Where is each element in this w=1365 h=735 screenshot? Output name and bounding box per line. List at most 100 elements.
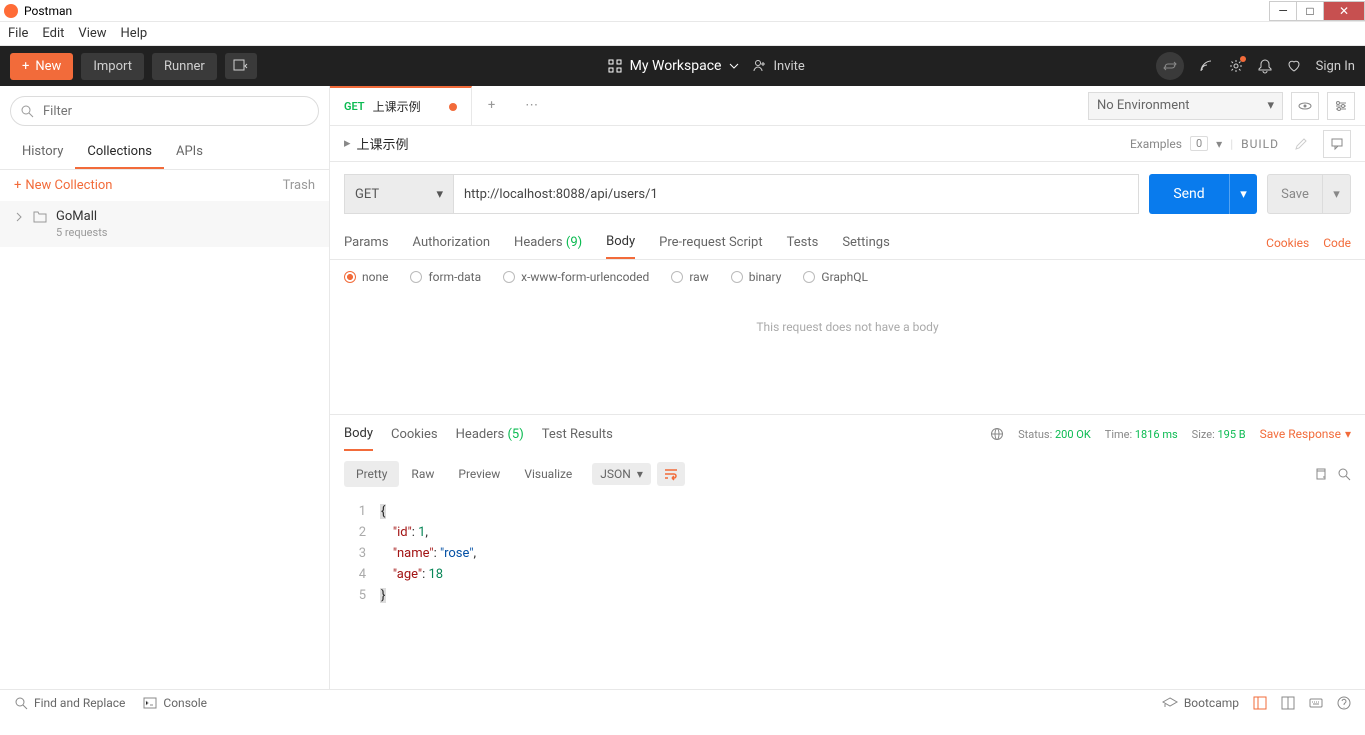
code-link[interactable]: Code [1323,236,1351,250]
save-response-button[interactable]: Save Response ▾ [1260,427,1351,441]
resp-tab-body[interactable]: Body [344,418,373,451]
sync-icon[interactable] [1156,52,1184,80]
examples-count: 0 [1190,136,1208,151]
expand-icon[interactable]: ▸ [344,136,351,151]
chevron-down-icon: ▾ [436,187,443,202]
find-replace-button[interactable]: Find and Replace [14,696,125,710]
footer: Find and Replace Console Bootcamp [0,689,1365,715]
import-button[interactable]: Import [81,53,144,80]
bootcamp-icon [1162,697,1178,709]
settings-icon[interactable] [1228,58,1244,74]
size-value: 195 B [1217,428,1245,441]
view-visualize[interactable]: Visualize [512,461,584,487]
filter-input[interactable] [10,96,319,126]
tab-authorization[interactable]: Authorization [413,227,491,258]
collection-meta: 5 requests [56,226,107,239]
workspace-selector[interactable]: My Workspace [608,58,740,74]
trash-link[interactable]: Trash [283,178,315,193]
close-button[interactable]: ✕ [1323,1,1365,21]
examples-label[interactable]: Examples [1130,137,1182,151]
sidebar-tab-apis[interactable]: APIs [164,136,215,169]
send-button[interactable]: Send [1149,174,1229,214]
resp-tab-test-results[interactable]: Test Results [542,419,613,450]
menu-view[interactable]: View [78,26,106,41]
two-pane-icon[interactable] [1281,696,1295,710]
tab-body[interactable]: Body [606,226,635,259]
save-button[interactable]: Save [1267,174,1323,214]
no-body-message: This request does not have a body [330,294,1365,414]
body-type-graphql[interactable]: GraphQL [803,270,868,284]
chevron-down-icon: ▾ [1345,427,1351,441]
view-pretty[interactable]: Pretty [344,461,399,487]
search-icon [20,104,34,118]
chevron-down-icon: ▾ [637,467,643,481]
title-bar: Postman — □ ✕ [0,0,1365,22]
chevron-down-icon[interactable]: ▾ [1216,137,1222,151]
resp-tab-headers[interactable]: Headers (5) [456,419,524,450]
send-dropdown[interactable]: ▾ [1229,174,1257,214]
url-input[interactable] [454,174,1139,214]
globe-icon[interactable] [990,427,1004,441]
invite-button[interactable]: Invite [753,59,804,74]
help-icon[interactable] [1337,696,1351,710]
new-button[interactable]: + New [10,53,73,80]
maximize-button[interactable]: □ [1296,1,1324,21]
view-raw[interactable]: Raw [399,461,446,487]
wrap-icon[interactable] [657,462,685,486]
view-preview[interactable]: Preview [446,461,512,487]
tab-headers[interactable]: Headers (9) [514,227,582,258]
add-tab-button[interactable]: + [472,98,512,113]
heart-icon[interactable] [1286,58,1302,74]
open-new-icon[interactable] [225,53,257,79]
time-value: 1816 ms [1135,428,1178,441]
build-label[interactable]: BUILD [1241,137,1279,151]
body-type-urlencoded[interactable]: x-www-form-urlencoded [503,270,649,284]
tab-tests[interactable]: Tests [787,227,819,258]
edit-icon[interactable] [1287,130,1315,158]
shortcuts-icon[interactable] [1309,696,1323,710]
status-value: 200 OK [1055,428,1091,441]
method-selector[interactable]: GET ▾ [344,174,454,214]
sidebar-tab-history[interactable]: History [10,136,75,169]
body-type-binary[interactable]: binary [731,270,782,284]
body-type-none[interactable]: none [344,270,388,284]
environment-selector[interactable]: No Environment ▾ [1088,92,1283,120]
response-body: 12345 { "id": 1, "name": "rose", "age": … [330,495,1365,612]
tab-params[interactable]: Params [344,227,389,258]
app-icon [4,4,18,18]
menu-edit[interactable]: Edit [42,26,64,41]
plus-icon: + [14,178,21,193]
bell-icon[interactable] [1258,58,1272,74]
runner-button[interactable]: Runner [152,53,217,80]
minimize-button[interactable]: — [1269,1,1297,21]
comment-icon[interactable] [1323,130,1351,158]
menu-help[interactable]: Help [121,26,148,41]
menu-file[interactable]: File [8,26,28,41]
tab-settings[interactable]: Settings [842,227,889,258]
new-collection-button[interactable]: + New Collection [14,178,112,193]
folder-icon [32,209,48,225]
save-dropdown[interactable]: ▾ [1323,174,1351,214]
layout-icon[interactable] [1253,696,1267,710]
satellite-icon[interactable] [1198,58,1214,74]
console-button[interactable]: Console [143,696,207,710]
env-preview-icon[interactable] [1291,92,1319,120]
format-selector[interactable]: JSON ▾ [592,463,651,485]
person-plus-icon [753,59,767,73]
more-tabs-button[interactable]: ⋯ [512,98,552,113]
body-type-form-data[interactable]: form-data [410,270,481,284]
unsaved-dot-icon [449,103,457,111]
collection-item[interactable]: GoMall 5 requests [0,201,329,247]
request-tab[interactable]: GET 上课示例 [330,86,472,126]
copy-icon[interactable] [1313,467,1327,481]
search-icon[interactable] [1337,467,1351,481]
env-settings-icon[interactable] [1327,92,1355,120]
body-type-raw[interactable]: raw [671,270,708,284]
search-icon [14,696,28,710]
signin-button[interactable]: Sign In [1316,59,1355,74]
sidebar-tab-collections[interactable]: Collections [75,136,164,169]
tab-prerequest[interactable]: Pre-request Script [659,227,762,258]
bootcamp-button[interactable]: Bootcamp [1162,696,1239,710]
resp-tab-cookies[interactable]: Cookies [391,419,438,450]
cookies-link[interactable]: Cookies [1266,236,1309,250]
